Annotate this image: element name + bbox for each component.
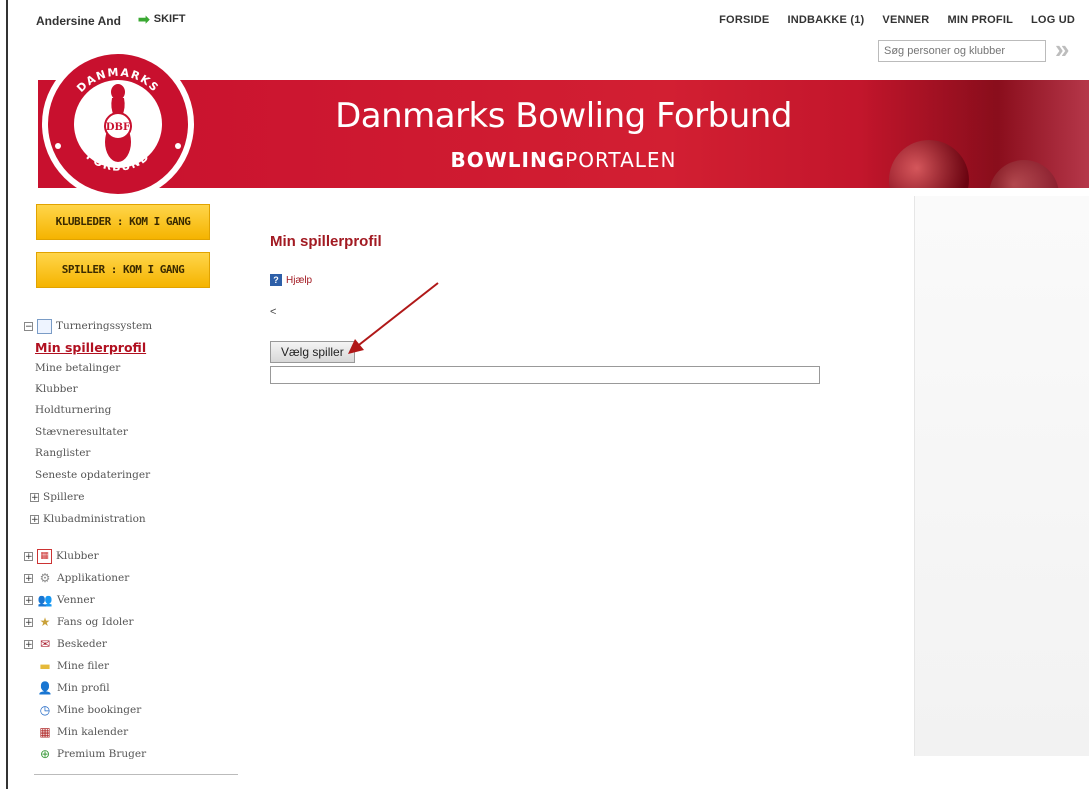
shift-link[interactable]: ➡ SKIFT bbox=[138, 12, 186, 26]
nav-venner[interactable]: VENNER bbox=[882, 14, 929, 26]
expand-icon[interactable]: + bbox=[24, 551, 33, 561]
messages-icon: ✉ bbox=[39, 637, 51, 651]
arrow-right-icon: ➡ bbox=[138, 11, 150, 27]
friends-icon: 👥 bbox=[37, 593, 53, 607]
help-link[interactable]: ? Hjælp bbox=[270, 274, 312, 286]
page-title: Min spillerprofil bbox=[270, 233, 382, 250]
tree-item-holdturnering[interactable]: Holdturnering bbox=[35, 400, 111, 420]
link-mine-filer[interactable]: ▬ Mine filer bbox=[37, 656, 109, 676]
dbf-logo[interactable]: DANMARKS FORBUND DBF bbox=[40, 46, 196, 202]
expand-icon[interactable]: + bbox=[24, 573, 33, 583]
club-leader-getting-started-button[interactable]: KLUBLEDER : KOM I GANG bbox=[36, 204, 210, 240]
tree-group-klubber[interactable]: + ▦ Klubber bbox=[24, 546, 99, 566]
calendar-icon bbox=[37, 318, 52, 334]
tree-label: Min kalender bbox=[57, 726, 129, 738]
right-panel bbox=[914, 196, 1089, 756]
logo-monogram: DBF bbox=[106, 122, 130, 133]
plus-circle-icon: ⊕ bbox=[39, 747, 51, 761]
tree-label: Applikationer bbox=[57, 572, 130, 584]
tree-item-ranglister[interactable]: Ranglister bbox=[35, 443, 90, 463]
expand-icon[interactable]: + bbox=[30, 492, 39, 502]
expand-icon[interactable]: + bbox=[24, 595, 33, 605]
tree-group-venner[interactable]: + 👥 Venner bbox=[24, 590, 95, 610]
tree-item-spillere[interactable]: + Spillere bbox=[30, 487, 84, 507]
tree-label: Turneringssystem bbox=[56, 320, 153, 332]
tree-item-staevneresultater[interactable]: Stævneresultater bbox=[35, 422, 128, 442]
expand-icon[interactable]: + bbox=[30, 514, 39, 524]
tree-label: Klubadministration bbox=[43, 513, 146, 525]
main-nav: FORSIDE INDBAKKE (1) VENNER MIN PROFIL L… bbox=[719, 14, 1075, 26]
banner-subtitle-bold: BOWLING bbox=[450, 148, 566, 172]
tree-item-seneste-opdateringer[interactable]: Seneste opdateringer bbox=[35, 465, 150, 485]
nav-min-profil[interactable]: MIN PROFIL bbox=[947, 14, 1013, 26]
shift-label: SKIFT bbox=[153, 13, 186, 25]
tree-label: Ranglister bbox=[35, 447, 91, 459]
tree-label: Mine filer bbox=[57, 660, 110, 672]
collapse-icon[interactable]: − bbox=[24, 321, 33, 331]
tree-item-klubadministration[interactable]: + Klubadministration bbox=[30, 509, 146, 529]
page: Andersine And ➡ SKIFT FORSIDE INDBAKKE (… bbox=[0, 0, 1089, 789]
tree-label: Stævneresultater bbox=[35, 426, 128, 438]
gear-icon: ⚙ bbox=[39, 571, 51, 585]
tree-item-klubber[interactable]: Klubber bbox=[35, 379, 78, 399]
tree-label: Mine bookinger bbox=[57, 704, 142, 716]
tree-label: Beskeder bbox=[57, 638, 107, 650]
tree-group-beskeder[interactable]: + ✉ Beskeder bbox=[24, 634, 107, 654]
tree-group-applikationer[interactable]: + ⚙ Applikationer bbox=[24, 568, 129, 588]
tree-label-active: Min spillerprofil bbox=[35, 339, 147, 355]
banner-subtitle-rest: PORTALEN bbox=[565, 148, 677, 172]
folder-icon: ▬ bbox=[39, 659, 51, 673]
player-field[interactable] bbox=[270, 366, 820, 384]
tree-label: Klubber bbox=[56, 550, 99, 562]
back-link[interactable]: < bbox=[270, 306, 276, 318]
sidebar-divider bbox=[34, 774, 238, 775]
tree-item-mine-betalinger[interactable]: Mine betalinger bbox=[35, 358, 120, 378]
search-input[interactable] bbox=[878, 40, 1046, 62]
tree-group-fans-og-idoler[interactable]: + ★ Fans og Idoler bbox=[24, 612, 133, 632]
link-premium-bruger[interactable]: ⊕ Premium Bruger bbox=[37, 744, 146, 764]
username: Andersine And bbox=[36, 14, 121, 28]
club-calendar-icon: ▦ bbox=[37, 548, 52, 564]
tree-label: Holdturnering bbox=[35, 404, 112, 416]
link-mine-bookinger[interactable]: ◷ Mine bookinger bbox=[37, 700, 141, 720]
link-min-profil[interactable]: 👤 Min profil bbox=[37, 678, 110, 698]
help-label: Hjælp bbox=[286, 274, 313, 286]
user-icon: 👤 bbox=[37, 681, 53, 695]
tree-label: Venner bbox=[57, 594, 95, 606]
tree-label: Klubber bbox=[35, 383, 78, 395]
nav-log-ud[interactable]: LOG UD bbox=[1031, 14, 1075, 26]
tree-root-turneringssystem[interactable]: − Turneringssystem bbox=[24, 316, 152, 336]
fans-icon: ★ bbox=[39, 615, 51, 629]
tree-label: Fans og Idoler bbox=[57, 616, 134, 628]
expand-icon[interactable]: + bbox=[24, 617, 33, 627]
expand-icon[interactable]: + bbox=[24, 639, 33, 649]
tree-label: Premium Bruger bbox=[57, 748, 147, 760]
left-border bbox=[6, 0, 8, 789]
nav-indbakke[interactable]: INDBAKKE (1) bbox=[787, 14, 864, 26]
clock-icon: ◷ bbox=[39, 703, 51, 717]
tree-label: Spillere bbox=[43, 491, 85, 503]
tree-label: Min profil bbox=[57, 682, 110, 694]
tree-label: Mine betalinger bbox=[35, 362, 121, 374]
tree-item-min-spillerprofil[interactable]: Min spillerprofil bbox=[35, 337, 146, 357]
link-min-kalender[interactable]: ▦ Min kalender bbox=[37, 722, 128, 742]
tree-label: Seneste opdateringer bbox=[35, 469, 151, 481]
player-getting-started-button[interactable]: SPILLER : KOM I GANG bbox=[36, 252, 210, 288]
calendar-icon: ▦ bbox=[39, 725, 51, 739]
choose-player-button[interactable]: Vælg spiller bbox=[270, 341, 355, 363]
help-icon: ? bbox=[270, 274, 282, 286]
nav-forside[interactable]: FORSIDE bbox=[719, 14, 769, 26]
search-go-icon[interactable]: » bbox=[1055, 36, 1069, 62]
